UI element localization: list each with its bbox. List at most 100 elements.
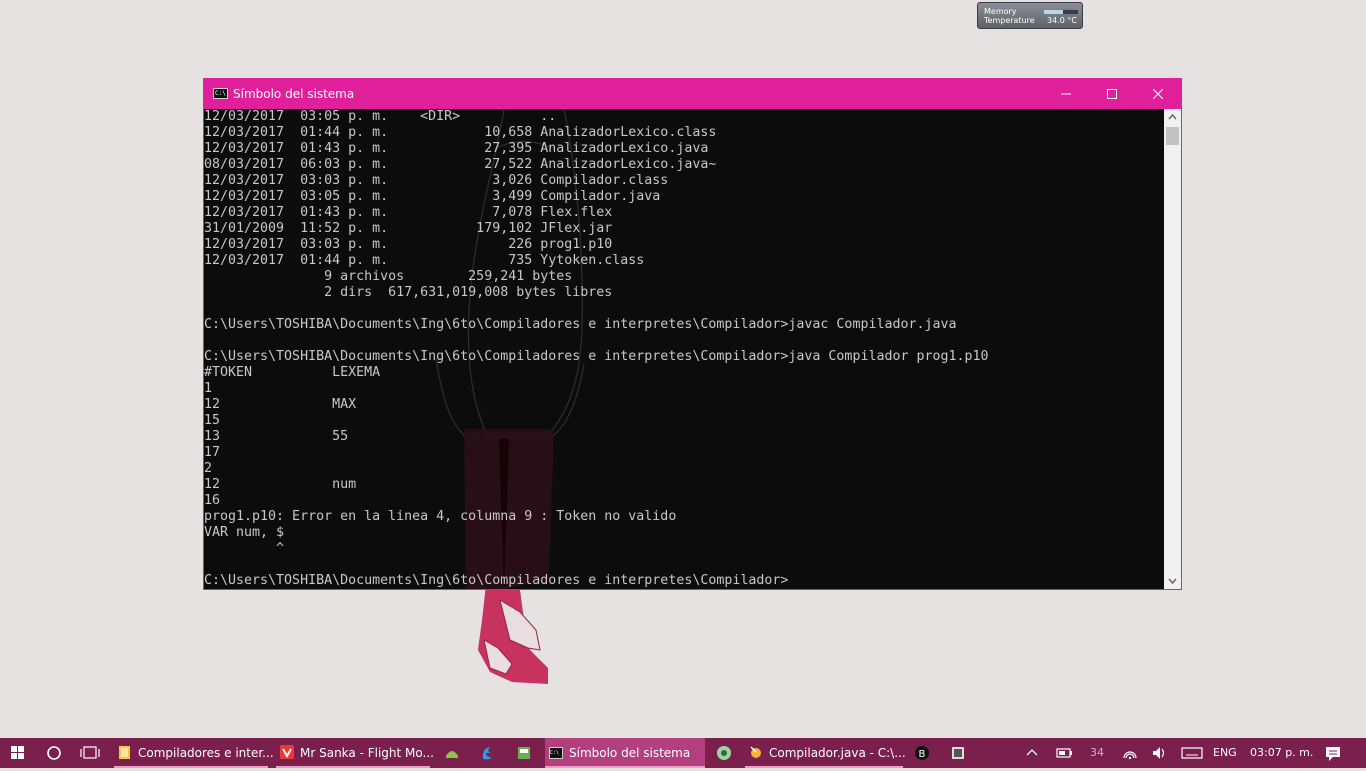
console-line: 08/03/2017 06:03 p. m. 27,522 Analizador… bbox=[204, 157, 717, 172]
keyboard-icon bbox=[1181, 747, 1203, 759]
search-button[interactable] bbox=[38, 738, 70, 768]
chevron-up-icon bbox=[1026, 749, 1038, 756]
console-line: 12/03/2017 01:44 p. m. 735 Yytoken.class bbox=[204, 253, 645, 268]
close-icon bbox=[1153, 89, 1163, 99]
taskbar-app-label: Compiladores e inter... bbox=[138, 746, 274, 760]
console-line: 31/01/2009 11:52 p. m. 179,102 JFlex.jar bbox=[204, 221, 613, 236]
battery-button[interactable] bbox=[1050, 738, 1078, 768]
chevron-up-icon bbox=[1168, 113, 1177, 120]
console-line: 12/03/2017 01:43 p. m. 27,395 Analizador… bbox=[204, 141, 709, 156]
task-view-button[interactable] bbox=[72, 738, 108, 768]
console-line: 2 dirs 617,631,019,008 bytes libres bbox=[204, 285, 613, 300]
console-line: 12/03/2017 01:44 p. m. 10,658 Analizador… bbox=[204, 125, 717, 140]
scroll-up-button[interactable] bbox=[1164, 109, 1181, 126]
scroll-down-button[interactable] bbox=[1164, 572, 1181, 589]
memory-bar-fill bbox=[1044, 10, 1063, 14]
language-indicator[interactable]: ENG bbox=[1213, 746, 1237, 759]
taskbar-gear-app[interactable] bbox=[710, 738, 738, 768]
taskbar-app-jedit[interactable]: Compilador.java - C:\... bbox=[745, 738, 906, 768]
b-app-icon: B bbox=[915, 746, 929, 760]
console-line: 12/03/2017 03:03 p. m. 3,026 Compilador.… bbox=[204, 173, 669, 188]
chip-icon bbox=[952, 747, 964, 759]
gear-icon bbox=[717, 746, 731, 760]
tray-temperature[interactable]: 34 bbox=[1090, 746, 1104, 759]
console-output[interactable]: 12/03/2017 03:05 p. m. <DIR> .. 12/03/201… bbox=[204, 109, 1164, 589]
console-line: C:\Users\TOSHIBA\Documents\Ing\6to\Compi… bbox=[204, 349, 989, 364]
vertical-scrollbar[interactable] bbox=[1164, 109, 1181, 589]
notification-icon bbox=[1326, 747, 1340, 761]
maximize-icon bbox=[1107, 89, 1117, 99]
console-line: 1 bbox=[204, 381, 213, 396]
action-center-button[interactable] bbox=[1318, 738, 1348, 768]
memory-label: Memory bbox=[984, 7, 1017, 16]
task-view-icon bbox=[80, 746, 100, 759]
temperature-label: Temperature bbox=[984, 16, 1035, 25]
console-line: prog1.p10: Error en la linea 4, columna … bbox=[204, 509, 677, 524]
console-line: 2 bbox=[204, 461, 213, 476]
console-line: C:\Users\TOSHIBA\Documents\Ing\6to\Compi… bbox=[204, 317, 957, 332]
chevron-down-icon bbox=[1168, 578, 1177, 585]
console-line: 13 55 bbox=[204, 429, 349, 444]
touch-keyboard-button[interactable] bbox=[1178, 738, 1206, 768]
console-line: 12/03/2017 01:43 p. m. 7,078 Flex.flex bbox=[204, 205, 613, 220]
taskbar-media-app[interactable] bbox=[510, 738, 538, 768]
folder-icon bbox=[119, 746, 130, 759]
window-title: Símbolo del sistema bbox=[233, 87, 355, 101]
taskbar-app-cmd[interactable]: C:\ Símbolo del sistema bbox=[545, 738, 705, 768]
minimize-button[interactable] bbox=[1043, 79, 1089, 109]
console-line: VAR num, $ bbox=[204, 525, 285, 540]
jedit-icon bbox=[750, 746, 761, 758]
close-button[interactable] bbox=[1135, 79, 1181, 109]
taskbar-edge[interactable] bbox=[474, 738, 500, 768]
taskbar-app-label: Compilador.java - C:\... bbox=[769, 746, 906, 760]
console-line: 17 bbox=[204, 445, 221, 460]
scrollbar-thumb[interactable] bbox=[1166, 127, 1179, 145]
maximize-button[interactable] bbox=[1089, 79, 1135, 109]
taskbar-app-vivaldi[interactable]: Mr Sanka - Flight Mo... bbox=[276, 738, 434, 768]
cmd-icon: C:\ bbox=[549, 747, 563, 759]
media-app-icon bbox=[518, 747, 530, 759]
console-line: 9 archivos 259,241 bytes bbox=[204, 269, 573, 284]
console-line: 16 bbox=[204, 493, 221, 508]
console-line: 12 num bbox=[204, 477, 357, 492]
windows-logo-icon bbox=[11, 746, 24, 759]
console-text: 12/03/2017 03:05 p. m. <DIR> .. 12/03/201… bbox=[204, 109, 989, 589]
svg-text:B: B bbox=[919, 749, 926, 760]
taskbar-vm-app[interactable] bbox=[944, 738, 972, 768]
android-icon bbox=[446, 751, 458, 758]
tray-overflow-button[interactable] bbox=[1020, 738, 1044, 768]
console-line: C:\Users\TOSHIBA\Documents\Ing\6to\Compi… bbox=[204, 573, 789, 588]
cmd-icon: C:\ bbox=[213, 88, 228, 99]
console-line: ^ bbox=[204, 541, 285, 556]
vivaldi-icon bbox=[280, 745, 294, 759]
minimize-icon bbox=[1061, 93, 1071, 95]
wifi-icon bbox=[1123, 751, 1137, 760]
console-line: 12/03/2017 03:05 p. m. <DIR> .. bbox=[204, 109, 557, 124]
system-monitor-gadget[interactable]: Memory Temperature 34.0 °C bbox=[977, 2, 1083, 29]
network-button[interactable] bbox=[1116, 738, 1144, 768]
temperature-value: 34.0 °C bbox=[1047, 16, 1077, 25]
edge-icon bbox=[482, 747, 492, 760]
taskbar-android-studio[interactable] bbox=[438, 738, 466, 768]
console-line: 15 bbox=[204, 413, 221, 428]
console-line: 12/03/2017 03:03 p. m. 226 prog1.p10 bbox=[204, 237, 613, 252]
clock[interactable]: 03:07 p. m. bbox=[1250, 746, 1313, 759]
taskbar: Compiladores e inter... Mr Sanka - Fligh… bbox=[0, 738, 1366, 768]
memory-bar bbox=[1044, 10, 1078, 14]
title-bar[interactable]: C:\ Símbolo del sistema bbox=[204, 79, 1181, 109]
speaker-icon bbox=[1153, 747, 1165, 759]
battery-icon bbox=[1056, 748, 1072, 758]
taskbar-app-explorer[interactable]: Compiladores e inter... bbox=[114, 738, 274, 768]
console-line: #TOKEN LEXEMA bbox=[204, 365, 381, 380]
console-window[interactable]: C:\ Símbolo del sistema 12/03/2017 03:05… bbox=[203, 78, 1182, 590]
taskbar-app-label: Mr Sanka - Flight Mo... bbox=[300, 746, 434, 760]
console-line: 12 MAX bbox=[204, 397, 357, 412]
taskbar-b-app[interactable]: B bbox=[908, 738, 936, 768]
start-button[interactable] bbox=[0, 738, 36, 768]
console-line: 12/03/2017 03:05 p. m. 3,499 Compilador.… bbox=[204, 189, 661, 204]
cortana-circle-icon bbox=[47, 746, 61, 760]
volume-button[interactable] bbox=[1146, 738, 1174, 768]
